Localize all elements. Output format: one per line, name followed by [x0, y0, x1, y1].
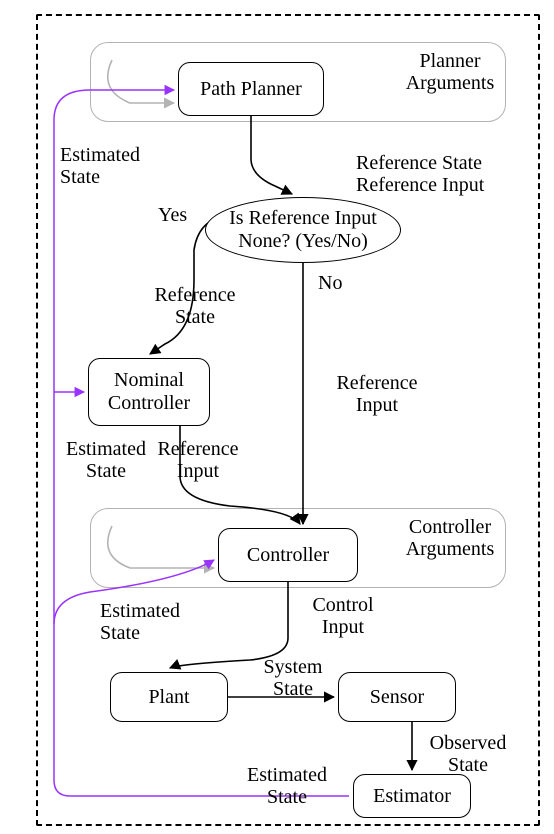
label-yes: Yes — [158, 204, 187, 226]
label-ref-state: Reference State — [140, 284, 250, 328]
label-est-state-top: Estimated State — [60, 144, 140, 188]
label-control-input: Control Input — [298, 594, 388, 638]
label-observed-state: Observed State — [418, 732, 518, 776]
plant-node: Plant — [110, 672, 228, 722]
label-ref-input-from-nominal: Reference Input — [148, 438, 248, 482]
label-system-state: System State — [248, 656, 338, 700]
estimator-node: Estimator — [353, 774, 471, 818]
label-ref-input-right: Reference Input — [322, 372, 432, 416]
label-no: No — [318, 272, 342, 294]
label-est-state-nominal-left: Estimated State — [56, 438, 156, 482]
label-est-state-controller: Estimated State — [100, 600, 180, 644]
path-planner-node: Path Planner — [178, 62, 324, 116]
controller-label: Controller — [247, 544, 329, 567]
edge-planner-to-decision — [251, 116, 292, 194]
sensor-node: Sensor — [338, 672, 456, 722]
label-ref-state-input: Reference State Reference Input — [356, 152, 484, 196]
label-est-state-bottom: Estimated State — [232, 764, 342, 808]
plant-label: Plant — [148, 686, 189, 709]
sensor-label: Sensor — [370, 686, 424, 709]
nominal-controller-label: Nominal Controller — [108, 369, 190, 415]
nominal-controller-node: Nominal Controller — [88, 358, 210, 426]
decision-node: Is Reference Input None? (Yes/No) — [205, 197, 401, 263]
path-planner-label: Path Planner — [200, 78, 302, 101]
decision-label: Is Reference Input None? (Yes/No) — [229, 207, 377, 253]
controller-arguments-label: Controller Arguments — [390, 516, 510, 560]
estimator-label: Estimator — [373, 785, 451, 808]
controller-node: Controller — [218, 528, 358, 582]
planner-arguments-label: Planner Arguments — [390, 50, 510, 94]
edges-layer — [0, 0, 554, 834]
